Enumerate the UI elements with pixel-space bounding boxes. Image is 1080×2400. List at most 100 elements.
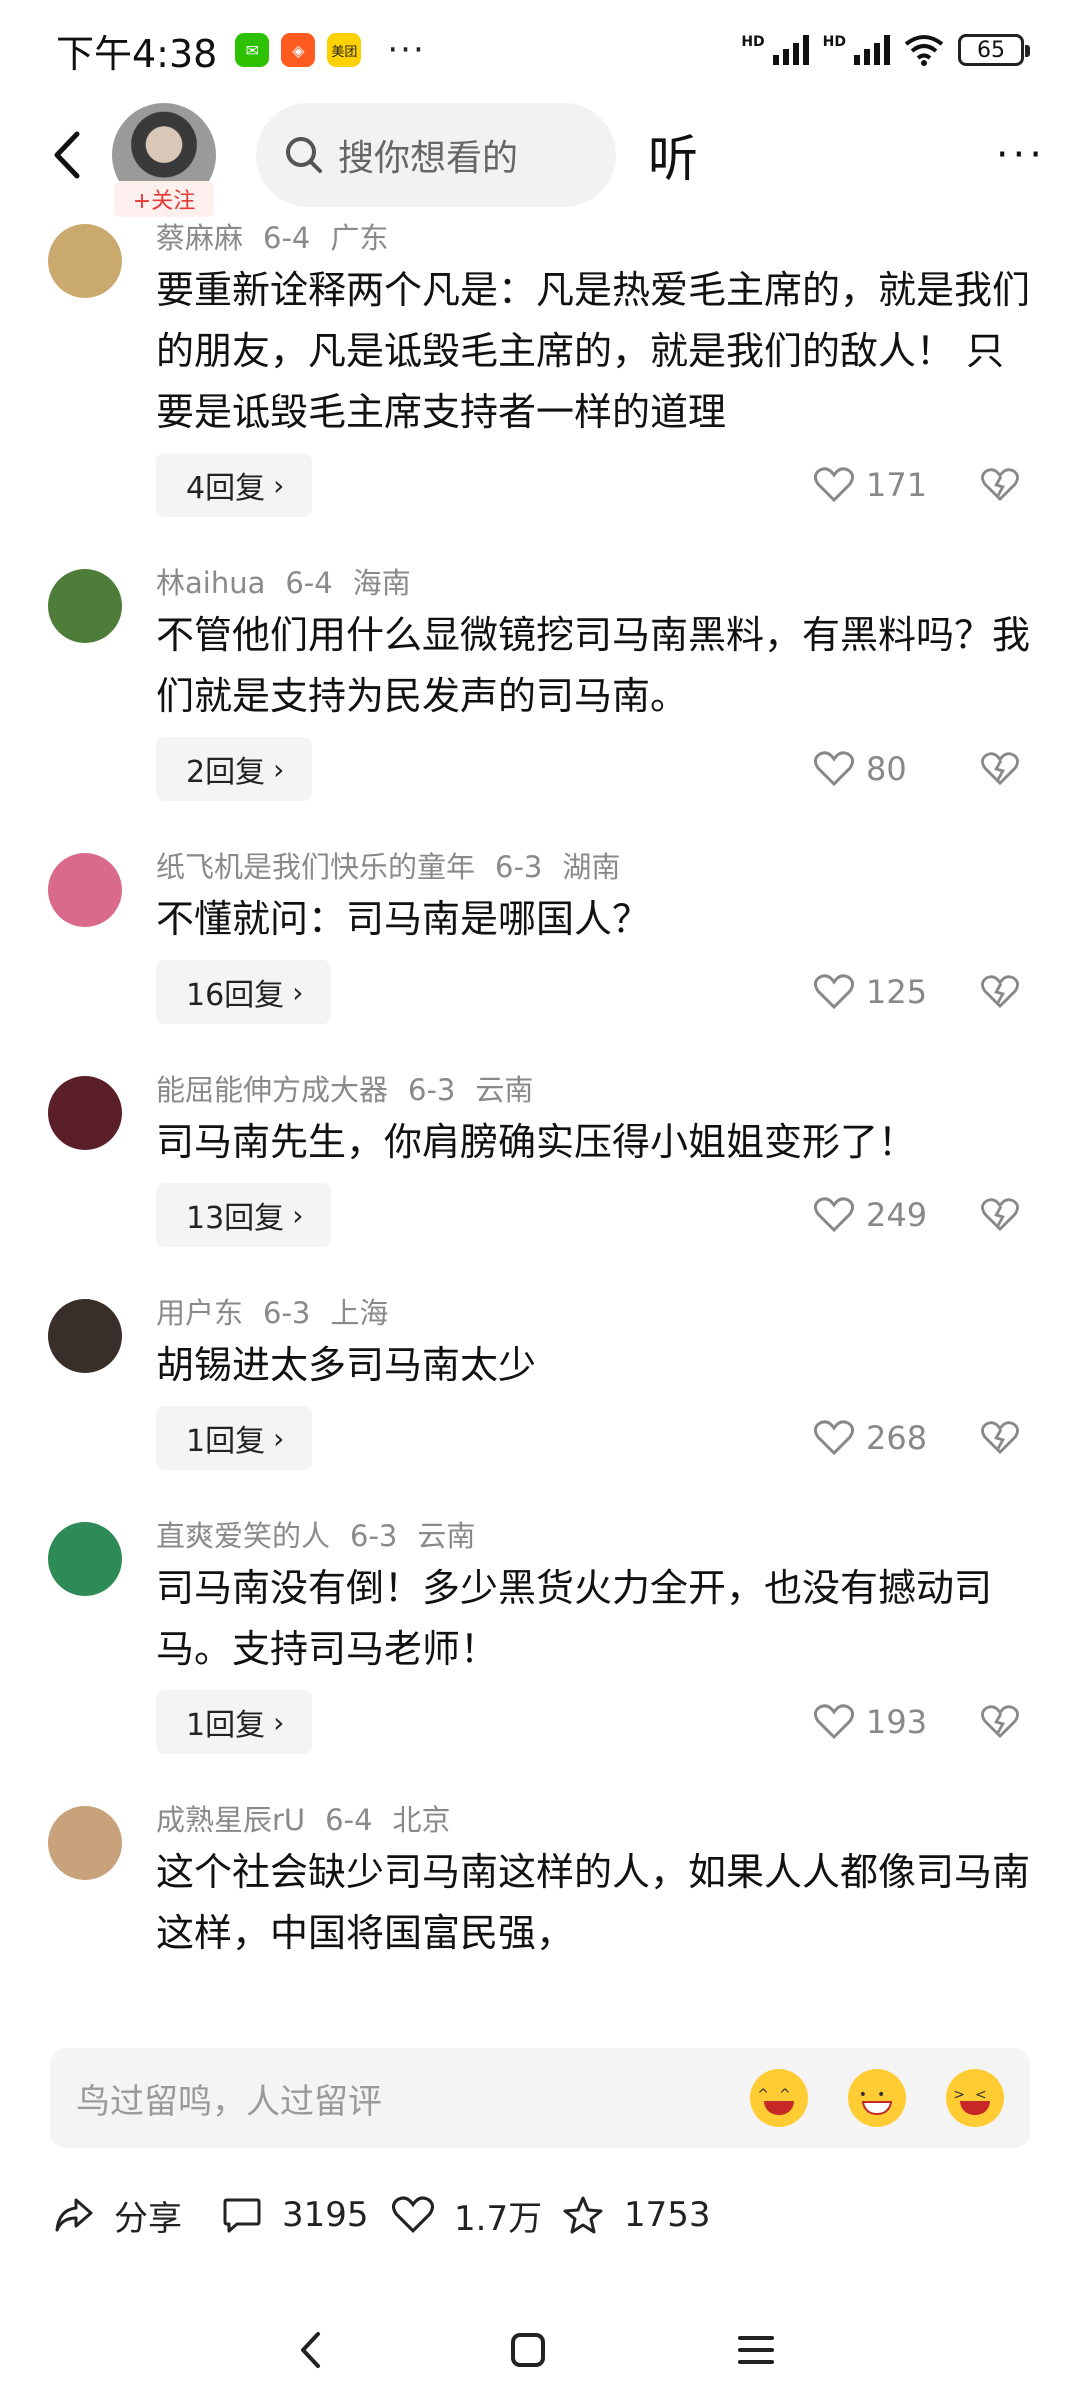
comment-region: 云南 xyxy=(475,1073,534,1107)
broken-heart-icon xyxy=(981,1705,1019,1739)
reply-count-button[interactable]: 4回复 › xyxy=(156,453,313,517)
comment-text[interactable]: 司马南没有倒！多少黑货火力全开，也没有撼动司马。支持司马老师！ xyxy=(156,1558,1030,1680)
comment-item[interactable]: 用户东 6-3 上海 胡锡进太多司马南太少 1回复 › 268 xyxy=(0,1293,1080,1470)
heart-icon xyxy=(814,751,854,787)
more-options-icon[interactable]: ··· xyxy=(996,132,1046,178)
hd-label-2: HD xyxy=(822,34,846,50)
dislike-button[interactable] xyxy=(980,975,1020,1009)
comment-user[interactable]: 林aihua xyxy=(156,566,265,600)
back-button[interactable] xyxy=(36,125,96,185)
like-button[interactable]: 249 xyxy=(814,1196,934,1234)
comment-text[interactable]: 不懂就问：司马南是哪国人？ xyxy=(156,889,1030,950)
nav-home-icon xyxy=(511,2333,545,2367)
like-button[interactable]: 171 xyxy=(814,466,934,504)
dislike-button[interactable] xyxy=(980,752,1020,786)
nav-back-button[interactable] xyxy=(280,2320,340,2380)
search-placeholder: 搜你想看的 xyxy=(338,138,519,179)
comment-item[interactable]: 蔡麻麻 6-4 广东 要重新诠释两个凡是：凡是热爱毛主席的，就是我们的朋友，凡是诋毁… xyxy=(0,218,1080,517)
broken-heart-icon xyxy=(981,752,1019,786)
dislike-button[interactable] xyxy=(980,1421,1020,1455)
comments-count: 3195 xyxy=(282,2195,369,2235)
reply-count-button[interactable]: 1回复 › xyxy=(156,1406,313,1470)
tears-of-joy-emoji-icon[interactable]: >< xyxy=(946,2069,1004,2127)
like-count: 193 xyxy=(866,1703,928,1741)
comment-meta: 能屈能伸方成大器 6-3 云南 xyxy=(156,1070,1030,1110)
reply-count: 13回复 xyxy=(186,1201,285,1236)
comment-item[interactable]: 成熟星辰rU 6-4 北京 这个社会缺少司马南这样的人，如果人人都像司马南这样，中国… xyxy=(0,1800,1080,1964)
broken-heart-icon xyxy=(981,975,1019,1009)
grinning-emoji-icon[interactable]: •• xyxy=(848,2069,906,2127)
search-input[interactable]: 搜你想看的 xyxy=(256,103,616,207)
comment-text[interactable]: 司马南先生，你肩膀确实压得小姐姐变形了！ xyxy=(156,1112,1030,1173)
like-button[interactable]: 80 xyxy=(814,750,934,788)
reply-count: 1回复 xyxy=(186,1708,266,1743)
header: +关注 搜你想看的 听 ··· xyxy=(0,100,1080,217)
comment-user[interactable]: 成熟星辰rU xyxy=(156,1803,305,1837)
heart-icon xyxy=(814,467,854,503)
share-button[interactable]: 分享 xyxy=(54,2191,182,2240)
reply-count: 1回复 xyxy=(186,1424,266,1459)
author-avatar[interactable]: +关注 xyxy=(112,103,216,217)
laughing-emoji-icon[interactable]: ^^ xyxy=(750,2069,808,2127)
comment-text[interactable]: 不管他们用什么显微镜挖司马南黑料，有黑料吗？我们就是支持为民发声的司马南。 xyxy=(156,605,1030,727)
avatar[interactable] xyxy=(48,569,122,643)
signal-icon-2 xyxy=(854,35,890,65)
avatar[interactable] xyxy=(48,853,122,927)
like-button[interactable]: 125 xyxy=(814,973,934,1011)
comment-region: 湖南 xyxy=(562,850,621,884)
comment-user[interactable]: 能屈能伸方成大器 xyxy=(156,1073,388,1107)
wechat-icon: ✉ xyxy=(235,33,270,67)
chevron-right-icon: › xyxy=(273,1421,285,1455)
comment-meta: 成熟星辰rU 6-4 北京 xyxy=(156,1800,1030,1840)
nav-menu-icon xyxy=(738,2336,774,2364)
favorites-count: 1753 xyxy=(624,2195,711,2235)
comment-input[interactable]: 鸟过留鸣，人过留评 ^^ •• >< xyxy=(50,2048,1030,2148)
listen-button[interactable]: 听 xyxy=(648,119,698,191)
like-button[interactable]: 193 xyxy=(814,1703,934,1741)
reply-count: 4回复 xyxy=(186,471,266,506)
comment-user[interactable]: 纸飞机是我们快乐的童年 xyxy=(156,850,475,884)
heart-icon xyxy=(392,2196,434,2233)
avatar[interactable] xyxy=(48,224,122,298)
like-post-button[interactable]: 1.7万 xyxy=(392,2191,542,2240)
comment-item[interactable]: 直爽爱笑的人 6-3 云南 司马南没有倒！多少黑货火力全开，也没有撼动司马。支持司马… xyxy=(0,1516,1080,1754)
comment-user[interactable]: 蔡麻麻 xyxy=(156,221,243,255)
reply-count-button[interactable]: 2回复 › xyxy=(156,737,313,801)
reply-count-button[interactable]: 16回复 › xyxy=(156,960,332,1024)
comment-item[interactable]: 林aihua 6-4 海南 不管他们用什么显微镜挖司马南黑料，有黑料吗？我们就是支持… xyxy=(0,563,1080,801)
comment-text[interactable]: 这个社会缺少司马南这样的人，如果人人都像司马南这样，中国将国富民强， xyxy=(156,1842,1030,1964)
dislike-button[interactable] xyxy=(980,1198,1020,1232)
like-count: 268 xyxy=(866,1419,928,1457)
comment-item[interactable]: 纸飞机是我们快乐的童年 6-3 湖南 不懂就问：司马南是哪国人？ 16回复 › 125 xyxy=(0,847,1080,1024)
hd-label: HD xyxy=(741,34,765,50)
comment-region: 上海 xyxy=(330,1296,389,1330)
reply-count-button[interactable]: 1回复 › xyxy=(156,1690,313,1754)
comment-text[interactable]: 要重新诠释两个凡是：凡是热爱毛主席的，就是我们的朋友，凡是诋毁毛主席的，就是我们… xyxy=(156,260,1030,443)
like-count: 249 xyxy=(866,1196,928,1234)
comment-date: 6-3 xyxy=(350,1519,398,1553)
comment-text[interactable]: 胡锡进太多司马南太少 xyxy=(156,1335,1030,1396)
avatar[interactable] xyxy=(48,1299,122,1373)
dislike-button[interactable] xyxy=(980,1705,1020,1739)
like-button[interactable]: 268 xyxy=(814,1419,934,1457)
favorite-button[interactable]: 1753 xyxy=(562,2195,711,2235)
status-more-icon: ··· xyxy=(387,30,426,70)
system-nav-bar xyxy=(0,2300,1080,2400)
comment-user[interactable]: 直爽爱笑的人 xyxy=(156,1519,330,1553)
comment-item[interactable]: 能屈能伸方成大器 6-3 云南 司马南先生，你肩膀确实压得小姐姐变形了！ 13回复 ›… xyxy=(0,1070,1080,1247)
avatar[interactable] xyxy=(48,1076,122,1150)
comments-button[interactable]: 3195 xyxy=(222,2195,369,2235)
avatar[interactable] xyxy=(48,1806,122,1880)
heart-icon xyxy=(814,1704,854,1740)
dislike-button[interactable] xyxy=(980,468,1020,502)
comment-user[interactable]: 用户东 xyxy=(156,1296,243,1330)
star-icon xyxy=(563,2196,603,2234)
broken-heart-icon xyxy=(981,1421,1019,1455)
avatar[interactable] xyxy=(48,1522,122,1596)
nav-menu-button[interactable] xyxy=(726,2320,786,2380)
reply-count-button[interactable]: 13回复 › xyxy=(156,1183,332,1247)
comment-region: 北京 xyxy=(392,1803,451,1837)
nav-home-button[interactable] xyxy=(498,2320,558,2380)
comment-meta: 林aihua 6-4 海南 xyxy=(156,563,1030,603)
comment-region: 海南 xyxy=(352,566,411,600)
